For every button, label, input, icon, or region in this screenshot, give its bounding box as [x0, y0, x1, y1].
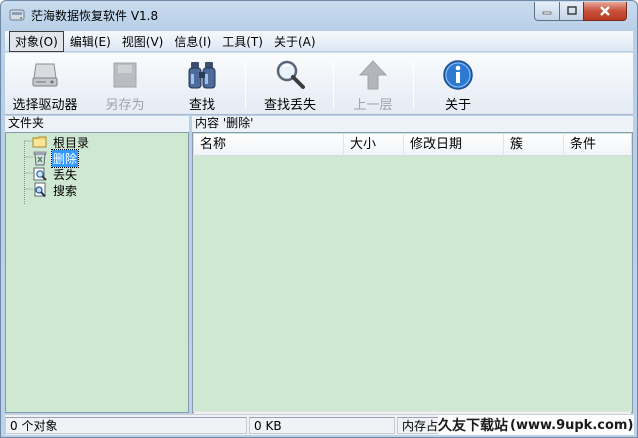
column-header-name[interactable]: 名称 — [194, 134, 344, 156]
watermark: 久友下载站 (www.9upk.com) — [438, 415, 634, 435]
tree-item-label: 丢失 — [53, 167, 78, 182]
save-as-label: 另存为 — [105, 98, 145, 113]
up-level-button[interactable]: 上一层 — [345, 55, 401, 113]
toolbar-separator — [245, 59, 246, 109]
menu-tools[interactable]: 工具(T) — [217, 32, 268, 51]
column-header-size[interactable]: 大小 — [344, 134, 404, 156]
tree-item-root[interactable]: 根目录 — [32, 134, 90, 150]
tree-item-search[interactable]: 搜索 — [32, 182, 78, 198]
tree-item-label: 搜索 — [53, 183, 78, 198]
maximize-button[interactable] — [559, 2, 584, 21]
drive-icon — [32, 63, 58, 87]
toolbar: 选择驱动器 另存为 查找 查找丢失 上一层 关于 — [5, 52, 633, 115]
folder-pane-header: 文件夹 — [5, 116, 189, 132]
minimize-button[interactable] — [534, 2, 560, 21]
menu-about[interactable]: 关于(A) — [269, 32, 321, 51]
tree-item-label: 删除 — [50, 148, 80, 168]
content-pane-header: 内容 '删除' — [192, 116, 633, 132]
recycle-bin-icon — [33, 151, 47, 166]
search-doc-icon — [34, 182, 46, 198]
content-pane: 内容 '删除' 名称 大小 修改日期 簇 条件 — [192, 116, 633, 428]
tree-item-label: 根目录 — [53, 135, 90, 150]
up-arrow-icon — [358, 60, 388, 90]
menu-bar: 对象(O) 编辑(E) 视图(V) 信息(I) 工具(T) 关于(A) — [5, 30, 633, 52]
tree-item-deleted[interactable]: 删除 — [32, 148, 80, 168]
find-label: 查找 — [188, 98, 215, 113]
magnifier-icon — [276, 60, 305, 89]
watermark-url: (www.9upk.com) — [510, 417, 634, 433]
select-drive-button[interactable]: 选择驱动器 — [7, 55, 83, 113]
folder-tree[interactable]: 根目录 删除 丢失 搜索 — [5, 132, 189, 413]
toolbar-separator — [413, 59, 414, 109]
tree-item-lost[interactable]: 丢失 — [32, 166, 78, 182]
find-button[interactable]: 查找 — [177, 55, 227, 113]
column-header-cluster[interactable]: 簇 — [504, 134, 564, 156]
column-header-condition[interactable]: 条件 — [564, 134, 631, 156]
list-header: 名称 大小 修改日期 簇 条件 — [194, 134, 631, 156]
maximize-icon — [566, 6, 577, 15]
save-as-icon — [113, 62, 137, 88]
info-icon — [443, 60, 473, 90]
save-as-button[interactable]: 另存为 — [95, 55, 155, 113]
folder-icon — [32, 136, 47, 148]
menu-edit[interactable]: 编辑(E) — [65, 32, 116, 51]
up-level-label: 上一层 — [353, 98, 393, 113]
folder-pane: 文件夹 根目录 删除 丢失 搜索 — [5, 116, 189, 413]
toolbar-separator — [333, 59, 334, 109]
window-title: 茫海数据恢复软件 V1.8 — [31, 9, 159, 23]
app-icon — [9, 9, 25, 21]
binoculars-icon — [188, 62, 216, 89]
app-window: 茫海数据恢复软件 V1.8 对象(O) 编辑(E) 视图(V) 信息(I) 工具… — [0, 0, 638, 438]
list-body[interactable] — [194, 157, 631, 411]
column-header-modified[interactable]: 修改日期 — [404, 134, 504, 156]
status-object-count: 0 个对象 — [5, 417, 247, 434]
find-lost-label: 查找丢失 — [263, 98, 316, 113]
about-label: 关于 — [444, 98, 471, 113]
minimize-icon — [542, 11, 552, 15]
file-list[interactable]: 名称 大小 修改日期 簇 条件 — [192, 132, 633, 428]
status-size: 0 KB — [249, 417, 395, 434]
lost-search-icon — [33, 167, 47, 181]
close-button[interactable] — [583, 2, 627, 21]
menu-info[interactable]: 信息(I) — [169, 32, 216, 51]
menu-view[interactable]: 视图(V) — [117, 32, 169, 51]
menu-object[interactable]: 对象(O) — [9, 30, 64, 52]
watermark-text: 久友下载站 — [438, 418, 508, 434]
title-bar[interactable]: 茫海数据恢复软件 V1.8 — [1, 1, 637, 29]
about-button[interactable]: 关于 — [433, 55, 483, 113]
close-icon — [600, 6, 610, 16]
select-drive-label: 选择驱动器 — [12, 98, 78, 113]
find-lost-button[interactable]: 查找丢失 — [255, 55, 325, 113]
